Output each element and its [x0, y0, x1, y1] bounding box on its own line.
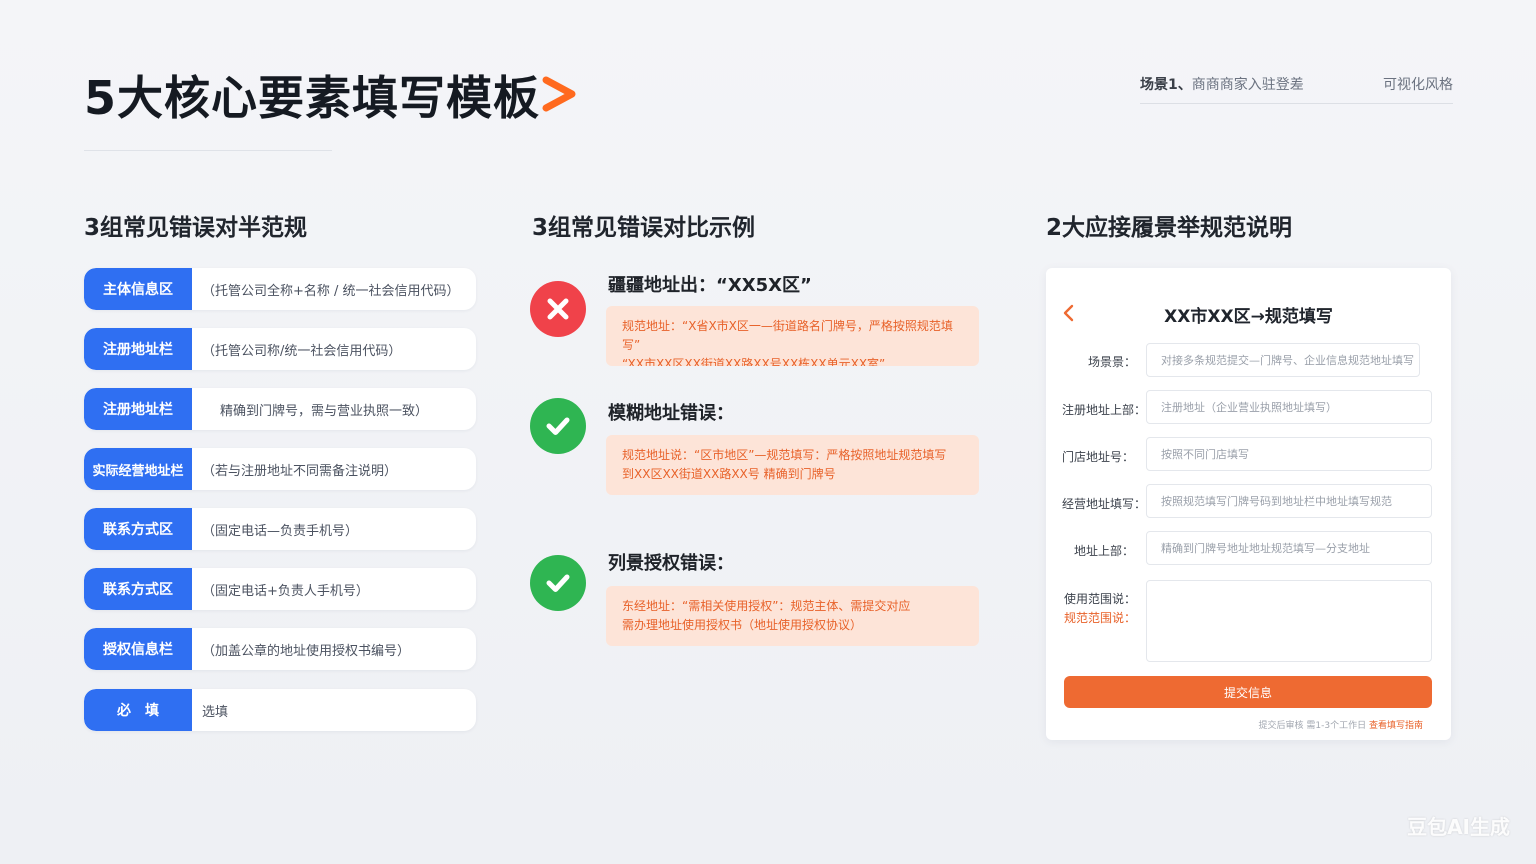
scene-nav: 场景1、商商商家入驻登差 可视化风格 [1140, 72, 1453, 104]
remark-label: 规范范围说： [1064, 611, 1137, 625]
field-tag: 联系方式区 [84, 508, 192, 550]
field-row: 授权信息栏 （加盖公章的地址使用授权书编号） [84, 628, 476, 670]
watermark: 豆包AI生成 [1407, 815, 1510, 839]
form-input[interactable]: 按照不同门店填写 [1146, 437, 1432, 471]
field-tag: 必 填 [84, 689, 192, 731]
example-title: 疆疆地址出：“XX5X区” [608, 275, 812, 296]
form-input[interactable]: 精确到门牌号地址地址规范填写—分支地址 [1146, 531, 1432, 565]
form-field-label: 注册地址上部： [1062, 403, 1147, 417]
example-title: 列景授权错误： [608, 553, 734, 574]
visual-style-tab[interactable]: 可视化风格 [1383, 74, 1453, 94]
middle-section-title: 3组常见错误对比示例 [532, 215, 756, 241]
chevron-right-icon [542, 76, 576, 112]
scene-label: 场景1、 [1140, 77, 1192, 93]
example-title: 模糊地址错误： [608, 403, 734, 424]
form-card: XX市XX区→规范填写 场景景： 对接多条规范提交—门牌号、企业信息规范地址填写… [1046, 268, 1451, 740]
form-field-label: 场景景： [1088, 355, 1137, 369]
field-desc: （托管公司全称+名称 / 统一社会信用代码） [202, 283, 460, 299]
guide-link[interactable]: 查看填写指南 [1369, 721, 1423, 731]
hint-line: 需办理地址使用授权书（地址使用授权协议） [622, 618, 863, 632]
field-desc: （加盖公章的地址使用授权书编号） [202, 643, 411, 659]
example-hint-box: 规范地址说：“区市地区”—规范填写：严格按照地址规范填写 到XX区XX街道XX路… [606, 435, 979, 495]
form-input[interactable]: 按照规范填写门牌号码到地址栏中地址填写规范 [1146, 484, 1432, 518]
submit-button[interactable]: 提交信息 [1064, 676, 1432, 708]
field-tag: 联系方式区 [84, 568, 192, 610]
form-input[interactable]: 注册地址（企业营业执照地址填写） [1146, 390, 1432, 424]
remark-textarea[interactable] [1146, 580, 1432, 662]
title-divider [84, 150, 332, 151]
footnote-text: 提交后审核 需1-3个工作日 [1258, 721, 1367, 731]
left-section-title: 3组常见错误对半范规 [84, 215, 308, 241]
field-desc: （固定电话—负责手机号） [202, 523, 359, 539]
right-section-title: 2大应接履景举规范说明 [1046, 215, 1293, 241]
form-input[interactable]: 对接多条规范提交—门牌号、企业信息规范地址填写 [1146, 343, 1420, 377]
page-title: 5大核心要素填写模板 [84, 71, 541, 125]
check-icon [530, 555, 586, 611]
remark-label: 使用范围说： [1064, 592, 1137, 606]
field-tag: 实际经营地址栏 [84, 448, 192, 490]
field-row: 实际经营地址栏 （若与注册地址不同需备注说明） [84, 448, 476, 490]
scene-text: 商商商家入驻登差 [1191, 77, 1304, 93]
scene-tab[interactable]: 场景1、商商商家入驻登差 [1140, 74, 1304, 94]
field-row: 必 填选填 [84, 689, 476, 731]
field-row: 主体信息区 （托管公司全称+名称 / 统一社会信用代码） [84, 268, 476, 310]
field-desc: 选填 [202, 704, 229, 720]
form-footnote: 提交后审核 需1-3个工作日 查看填写指南 [1259, 718, 1423, 731]
field-desc: （托管公司称/统一社会信用代码） [202, 343, 402, 359]
field-row: 联系方式区 （固定电话—负责手机号） [84, 508, 476, 550]
form-title: XX市XX区→规范填写 [1164, 307, 1333, 327]
hint-line: 到XX区XX街道XX路XX号 精确到门牌号 [622, 467, 836, 481]
hint-line: 规范地址说：“区市地区”—规范填写：严格按照地址规范填写 [622, 448, 947, 462]
field-row: 注册地址栏 （托管公司称/统一社会信用代码） [84, 328, 476, 370]
example-hint-box: 规范地址：“X省X市X区一—街道路名门牌号，严格按照规范填写” “XX市XX区X… [606, 306, 979, 366]
field-desc: （若与注册地址不同需备注说明） [202, 463, 398, 479]
field-tag: 注册地址栏 [84, 388, 192, 430]
form-field-label: 经营地址填写： [1062, 497, 1147, 511]
form-field-label: 门店地址号： [1062, 450, 1135, 464]
field-desc: 精确到门牌号，需与营业执照一致） [220, 403, 429, 419]
field-row: 注册地址栏 精确到门牌号，需与营业执照一致） [84, 388, 476, 430]
field-tag: 注册地址栏 [84, 328, 192, 370]
field-tag: 主体信息区 [84, 268, 192, 310]
hint-line: 东经地址：“需相关使用授权”：规范主体、需提交对应 [622, 599, 911, 613]
field-tag: 授权信息栏 [84, 628, 192, 670]
hint-line: 规范地址：“X省X市X区一—街道路名门牌号，严格按照规范填写” [622, 319, 953, 352]
example-hint-box: 东经地址：“需相关使用授权”：规范主体、需提交对应 需办理地址使用授权书（地址使… [606, 586, 979, 646]
field-desc: （固定电话+负责人手机号） [202, 583, 369, 599]
hint-line: “XX市XX区XX街道XX路XX号XX栋XX单元XX室” [622, 357, 886, 366]
check-icon [530, 398, 586, 454]
field-row: 联系方式区 （固定电话+负责人手机号） [84, 568, 476, 610]
error-x-icon [530, 281, 586, 337]
form-field-label: 地址上部： [1074, 544, 1135, 558]
